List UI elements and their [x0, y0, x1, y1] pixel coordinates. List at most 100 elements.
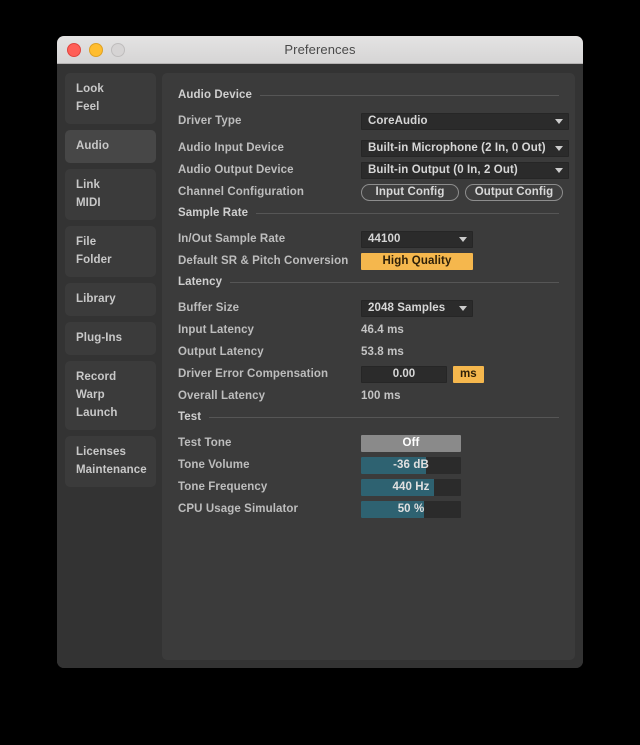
control-cpu-usage-simulator: 50 %	[361, 500, 461, 518]
test-tone-toggle[interactable]: Off	[361, 434, 461, 452]
label-test-tone: Test Tone	[178, 437, 232, 449]
row-default-sr-pitch-conversion: Default SR & Pitch Conversion High Quali…	[178, 250, 559, 272]
row-buffer-size: Buffer Size 2048 Samples	[178, 297, 559, 319]
sidebar-item-file[interactable]: File	[65, 233, 156, 251]
sidebar-item-midi[interactable]: MIDI	[65, 194, 156, 212]
control-buffer-size: 2048 Samples	[361, 299, 473, 317]
tone-volume-slider[interactable]: -36 dB	[361, 456, 461, 474]
output-latency-value: 53.8 ms	[361, 346, 404, 358]
control-output-latency: 53.8 ms	[361, 346, 404, 358]
audio-output-device-value: Built-in Output (0 In, 2 Out)	[368, 164, 518, 176]
sidebar-item-look[interactable]: Look	[65, 80, 156, 98]
sidebar-item-link[interactable]: Link	[65, 176, 156, 194]
sidebar-item-folder[interactable]: Folder	[65, 251, 156, 269]
sidebar-item-plug-ins[interactable]: Plug-Ins	[65, 329, 156, 347]
chevron-down-icon	[555, 167, 563, 173]
driver-type-dropdown[interactable]: CoreAudio	[361, 112, 569, 130]
control-tone-volume: -36 dB	[361, 456, 461, 474]
control-audio-output-device: Built-in Output (0 In, 2 Out)	[361, 161, 569, 179]
audio-output-device-dropdown[interactable]: Built-in Output (0 In, 2 Out)	[361, 161, 569, 179]
section-audio-device: Audio Device Driver Type CoreAudio Audio…	[178, 89, 569, 203]
control-default-sr-pitch-conversion: High Quality	[361, 252, 473, 270]
output-config-button[interactable]: Output Config	[465, 183, 563, 201]
section-title-test: Test	[178, 411, 202, 423]
sidebar-group-plugins[interactable]: Plug-Ins	[65, 322, 156, 355]
tone-volume-value: -36 dB	[393, 459, 429, 471]
row-overall-latency: Overall Latency 100 ms	[178, 385, 559, 407]
section-title-sample-rate: Sample Rate	[178, 207, 249, 219]
inout-sample-rate-value: 44100	[368, 233, 401, 245]
row-tone-frequency: Tone Frequency 440 Hz	[178, 476, 559, 498]
sidebar-item-licenses[interactable]: Licenses	[65, 443, 156, 461]
row-cpu-usage-simulator: CPU Usage Simulator 50 %	[178, 498, 559, 520]
sidebar-item-audio[interactable]: Audio	[65, 137, 156, 155]
row-inout-sample-rate: In/Out Sample Rate 44100	[178, 228, 559, 250]
overall-latency-value: 100 ms	[361, 390, 401, 402]
input-config-button[interactable]: Input Config	[361, 183, 459, 201]
chevron-down-icon	[555, 118, 563, 124]
label-buffer-size: Buffer Size	[178, 302, 240, 314]
inout-sample-rate-dropdown[interactable]: 44100	[361, 230, 473, 248]
control-test-tone: Off	[361, 434, 461, 452]
window-title: Preferences	[284, 42, 356, 57]
row-output-latency: Output Latency 53.8 ms	[178, 341, 559, 363]
cpu-usage-simulator-slider[interactable]: 50 %	[361, 500, 461, 518]
row-driver-type: Driver Type CoreAudio	[178, 110, 569, 132]
driver-error-unit-toggle[interactable]: ms	[453, 365, 484, 383]
sidebar-group-licenses-maintenance[interactable]: Licenses Maintenance	[65, 436, 156, 487]
section-title-audio-device: Audio Device	[178, 89, 253, 101]
tone-frequency-slider[interactable]: 440 Hz	[361, 478, 461, 496]
section-title-latency: Latency	[178, 276, 223, 288]
sidebar-item-maintenance[interactable]: Maintenance	[65, 461, 156, 479]
sidebar-group-look-feel[interactable]: Look Feel	[65, 73, 156, 124]
sidebar-item-warp[interactable]: Warp	[65, 386, 156, 404]
section-divider	[209, 416, 559, 418]
audio-input-device-dropdown[interactable]: Built-in Microphone (2 In, 0 Out)	[361, 139, 569, 157]
section-test: Test Test Tone Off Tone Volume -36 dB To…	[178, 411, 559, 520]
control-driver-error-compensation: 0.00 ms	[361, 365, 484, 383]
label-cpu-usage-simulator: CPU Usage Simulator	[178, 503, 299, 515]
label-tone-frequency: Tone Frequency	[178, 481, 268, 493]
window-titlebar[interactable]: Preferences	[57, 36, 583, 64]
label-driver-type: Driver Type	[178, 115, 242, 127]
sidebar-group-library[interactable]: Library	[65, 283, 156, 316]
control-audio-input-device: Built-in Microphone (2 In, 0 Out)	[361, 139, 569, 157]
section-divider	[260, 94, 559, 96]
label-output-latency: Output Latency	[178, 346, 264, 358]
chevron-down-icon	[555, 145, 563, 151]
row-driver-error-compensation: Driver Error Compensation 0.00 ms	[178, 363, 559, 385]
sidebar-item-record[interactable]: Record	[65, 368, 156, 386]
control-driver-type: CoreAudio	[361, 112, 569, 130]
driver-type-value: CoreAudio	[368, 115, 428, 127]
sidebar-group-record-warp-launch[interactable]: Record Warp Launch	[65, 361, 156, 430]
control-overall-latency: 100 ms	[361, 390, 401, 402]
control-tone-frequency: 440 Hz	[361, 478, 461, 496]
sidebar-item-launch[interactable]: Launch	[65, 404, 156, 422]
row-channel-configuration: Channel Configuration Input Config Outpu…	[178, 181, 563, 203]
label-default-sr-pitch-conversion: Default SR & Pitch Conversion	[178, 255, 349, 267]
window-body: Look Feel Audio Link MIDI File Folder Li…	[57, 64, 583, 668]
sidebar-group-audio[interactable]: Audio	[65, 130, 156, 163]
buffer-size-value: 2048 Samples	[368, 302, 446, 314]
chevron-down-icon	[459, 236, 467, 242]
row-test-tone: Test Tone Off	[178, 432, 559, 454]
cpu-usage-value: 50 %	[397, 503, 425, 515]
tone-frequency-value: 440 Hz	[392, 481, 430, 493]
row-input-latency: Input Latency 46.4 ms	[178, 319, 559, 341]
section-header-audio-device: Audio Device	[178, 89, 559, 101]
buffer-size-dropdown[interactable]: 2048 Samples	[361, 299, 473, 317]
driver-error-compensation-input[interactable]: 0.00	[361, 365, 447, 383]
sidebar-item-feel[interactable]: Feel	[65, 98, 156, 116]
label-audio-input-device: Audio Input Device	[178, 142, 284, 154]
row-audio-output-device: Audio Output Device Built-in Output (0 I…	[178, 159, 569, 181]
section-sample-rate: Sample Rate In/Out Sample Rate 44100 Def…	[178, 207, 559, 272]
label-input-latency: Input Latency	[178, 324, 255, 336]
label-overall-latency: Overall Latency	[178, 390, 266, 402]
sidebar-group-file-folder[interactable]: File Folder	[65, 226, 156, 277]
sidebar-group-link-midi[interactable]: Link MIDI	[65, 169, 156, 220]
section-latency: Latency Buffer Size 2048 Samples Input L…	[178, 276, 559, 407]
section-header-test: Test	[178, 411, 559, 423]
audio-input-device-value: Built-in Microphone (2 In, 0 Out)	[368, 142, 546, 154]
sidebar-item-library[interactable]: Library	[65, 290, 156, 308]
sr-pitch-conversion-toggle[interactable]: High Quality	[361, 252, 473, 270]
